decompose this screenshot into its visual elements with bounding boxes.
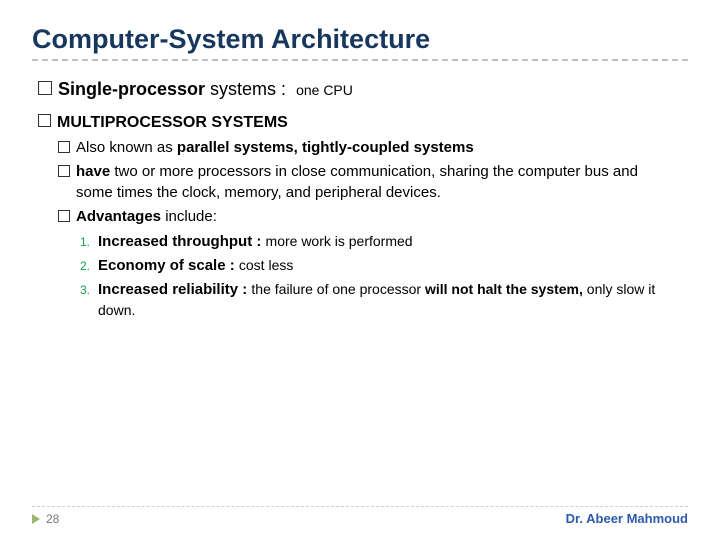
bullet-text-bold: Single-processor [58,79,210,99]
page-number: 28 [32,512,59,526]
list-item: Advantages include: [58,207,688,227]
author-name: Dr. Abeer Mahmoud [566,511,688,526]
item-text: Advantages include: [76,207,666,227]
list-item: 3. Increased reliability : the failure of… [80,279,688,323]
checkbox-icon [58,141,70,153]
page-number-text: 28 [46,512,59,526]
bullet-text: systems : [210,79,291,99]
numbered-advantages: 1. Increased throughput : more work is pe… [80,231,688,322]
item-text: Economy of scale : cost less [98,255,658,277]
item-number: 2. [80,259,90,273]
bullet-multiprocessor: MULTIPROCESSOR SYSTEMS [38,114,688,132]
checkbox-icon [58,165,70,177]
item-text: Increased reliability : the failure of o… [98,279,658,323]
item-number: 1. [80,235,90,249]
slide-title: Computer-System Architecture [32,24,688,55]
checkbox-icon [58,210,70,222]
slide: Computer-System Architecture Single-proc… [0,0,720,540]
bullet-desc: one CPU [296,82,353,98]
item-text: have two or more processors in close com… [76,162,666,203]
checkbox-icon [38,114,51,127]
checkbox-icon [38,81,52,95]
item-number: 3. [80,283,90,297]
title-divider [32,59,688,61]
list-item: 1. Increased throughput : more work is pe… [80,231,688,253]
slide-footer: 28 Dr. Abeer Mahmoud [32,506,688,526]
list-item: have two or more processors in close com… [58,162,688,203]
sub-bullet-list: Also known as parallel systems, tightly-… [58,138,688,227]
footer-divider [32,506,688,507]
item-text: Also known as parallel systems, tightly-… [76,138,666,158]
bullet-heading: MULTIPROCESSOR SYSTEMS [57,114,288,131]
list-item: Also known as parallel systems, tightly-… [58,138,688,158]
item-text: Increased throughput : more work is perf… [98,231,658,253]
triangle-icon [32,514,40,524]
footer-row: 28 Dr. Abeer Mahmoud [32,511,688,526]
bullet-single-processor: Single-processor systems : one CPU [38,79,688,100]
list-item: 2. Economy of scale : cost less [80,255,688,277]
